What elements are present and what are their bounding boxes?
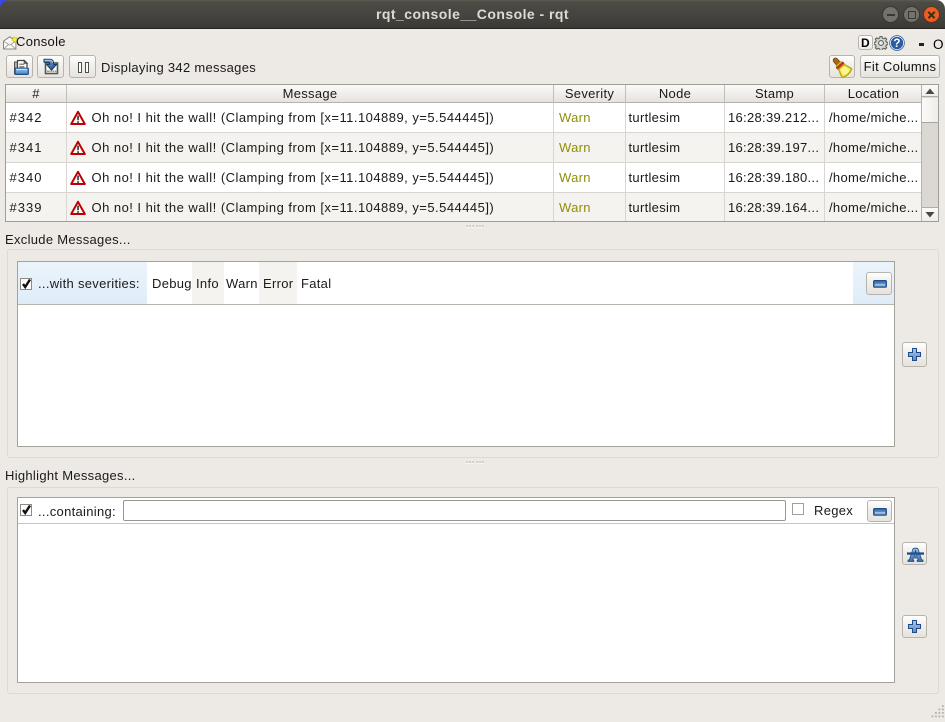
svg-text:?: ? <box>893 38 900 50</box>
